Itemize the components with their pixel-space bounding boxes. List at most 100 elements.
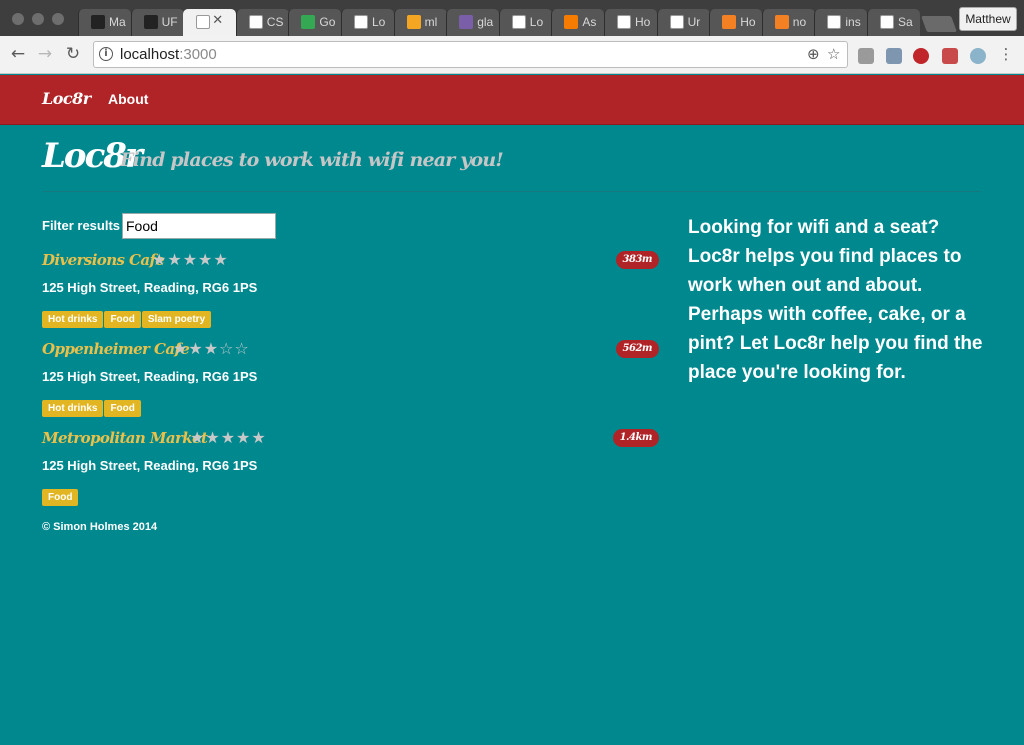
location-item: Oppenheimer Cafe ★★★☆☆ 562m 125 High Street… xyxy=(42,339,659,428)
browser-tab[interactable]: Sa xyxy=(867,9,920,36)
location-address: 125 High Street, Reading, RG6 1PS xyxy=(42,369,258,384)
browser-tab[interactable]: gla xyxy=(446,9,500,36)
distance-badge: 562m xyxy=(615,340,659,358)
tab-title: Lo xyxy=(529,15,544,29)
location-item: Metropolitan Market ★★★★★ 1.4km 125 High St… xyxy=(42,428,659,517)
adblock-extension-icon[interactable] xyxy=(913,48,929,64)
location-target-icon[interactable]: ⊕ xyxy=(807,45,820,63)
distance-badge: 1.4km xyxy=(612,429,659,447)
location-name-link[interactable]: Diversions Cafe xyxy=(42,250,165,270)
browser-tab[interactable]: Lo xyxy=(341,9,394,36)
facilities-list: Hot drinks Food Slam poetry xyxy=(42,311,212,328)
location-item: Diversions Cafe ★★★★★ 383m 125 High Street,… xyxy=(42,250,659,339)
rating-stars: ★★★★★ xyxy=(190,428,267,447)
new-tab-button[interactable] xyxy=(921,16,957,32)
facility-badge: Slam poetry xyxy=(141,311,212,328)
tab-title: Ur xyxy=(687,15,701,29)
location-name-link[interactable]: Metropolitan Market xyxy=(42,428,208,448)
browser-toolbar: ← → ↻ i localhost:3000 ⊕ ☆ ⋮ xyxy=(0,36,1024,74)
browser-tab[interactable]: ✕ xyxy=(183,9,237,36)
site-navbar: Loc8r About xyxy=(0,75,1024,125)
forward-icon[interactable]: → xyxy=(35,44,55,64)
stackoverflow-icon xyxy=(722,15,737,29)
browser-tab[interactable]: UF xyxy=(130,9,184,36)
footer-copyright: © Simon Holmes 2014 xyxy=(42,521,158,533)
tab-title: Sa xyxy=(898,15,913,29)
browser-tab[interactable]: As xyxy=(551,9,605,36)
profile-button[interactable]: Matthew xyxy=(959,7,1017,31)
location-name-link[interactable]: Oppenheimer Cafe xyxy=(42,339,190,359)
browser-tab[interactable]: ml xyxy=(393,9,447,36)
facility-badge: Hot drinks xyxy=(42,311,104,328)
browser-tab[interactable]: Ho xyxy=(604,9,657,36)
tab-title: Ho xyxy=(740,15,756,29)
tab-title: no xyxy=(792,15,807,29)
github-icon xyxy=(143,15,158,29)
tab-title: Lo xyxy=(372,15,386,29)
browser-tab[interactable]: ins xyxy=(814,9,868,36)
maximize-window-button[interactable] xyxy=(52,13,64,25)
browser-tab-bar: Ma UF ✕ CS Go Lo ml gla Lo As Ho Ur Ho no ins Sa Matthe… xyxy=(0,0,1024,36)
info-icon[interactable]: i xyxy=(99,47,113,61)
tab-title: Ho xyxy=(635,15,651,29)
facilities-list: Hot drinks Food xyxy=(42,400,142,417)
minimize-window-button[interactable] xyxy=(32,13,44,25)
reload-icon[interactable]: ↻ xyxy=(63,44,83,64)
github-icon xyxy=(91,15,105,29)
google-icon xyxy=(827,15,842,29)
tab-title: CS xyxy=(266,15,284,29)
tab-title: ins xyxy=(845,15,861,29)
close-tab-icon[interactable]: ✕ xyxy=(212,13,223,28)
filter-input[interactable] xyxy=(122,213,276,239)
extension-icon[interactable] xyxy=(942,48,958,64)
drive-extension-icon[interactable] xyxy=(858,48,874,64)
browser-tab[interactable]: Lo xyxy=(498,9,552,36)
page-icon xyxy=(354,15,368,29)
location-address: 125 High Street, Reading, RG6 1PS xyxy=(42,458,258,473)
extension-icon[interactable] xyxy=(970,48,986,64)
sidebar-intro-text: Looking for wifi and a seat? Loc8r helps… xyxy=(688,217,983,383)
page-icon xyxy=(248,15,263,29)
nav-about-link[interactable]: About xyxy=(108,91,148,107)
dropbox-extension-icon[interactable] xyxy=(886,48,902,64)
browser-tab[interactable]: Ho xyxy=(709,9,763,36)
ml-icon xyxy=(406,15,421,29)
tab-title: As xyxy=(582,15,597,29)
navbar-brand-link[interactable]: Loc8r xyxy=(42,89,91,108)
tab-title: UF xyxy=(161,15,178,29)
tab-title: Ma xyxy=(109,15,126,29)
stackoverflow-icon xyxy=(774,15,789,29)
page-icon xyxy=(617,15,631,29)
browser-tab[interactable]: no xyxy=(761,9,815,36)
page-icon xyxy=(196,15,211,29)
browser-tab[interactable]: Go xyxy=(288,9,342,36)
analytics-icon xyxy=(564,15,579,29)
page-tagline: Find places to work with wifi near you! xyxy=(120,149,504,171)
page-header: Loc8r Find places to work with wifi near… xyxy=(42,134,981,192)
tab-title: Go xyxy=(319,15,336,29)
address-bar[interactable]: i localhost:3000 ⊕ ☆ xyxy=(93,41,848,68)
filter-label: Filter results xyxy=(42,218,121,233)
browser-tab[interactable]: CS xyxy=(235,9,289,36)
distance-badge: 383m xyxy=(615,251,659,269)
facilities-list: Food xyxy=(42,489,79,506)
location-address: 125 High Street, Reading, RG6 1PS xyxy=(42,280,258,295)
mountain-icon xyxy=(669,15,684,29)
bookmark-star-icon[interactable]: ☆ xyxy=(827,45,840,63)
page-icon xyxy=(511,15,526,29)
rating-stars: ★★★★★ xyxy=(152,250,229,269)
menu-icon[interactable]: ⋮ xyxy=(996,44,1016,64)
close-window-button[interactable] xyxy=(12,13,24,25)
browser-tab[interactable]: Ma xyxy=(78,9,131,36)
facility-badge: Food xyxy=(42,489,79,506)
facility-badge: Food xyxy=(104,311,141,328)
browser-tab[interactable]: Ur xyxy=(656,9,710,36)
tab-title: ml xyxy=(424,15,438,29)
back-icon[interactable]: ← xyxy=(8,44,28,64)
maps-icon xyxy=(301,15,316,29)
k-icon xyxy=(459,15,474,29)
url-text[interactable]: localhost:3000 xyxy=(120,46,217,63)
tab-title: gla xyxy=(477,15,494,29)
facility-badge: Food xyxy=(104,400,141,417)
page-icon xyxy=(880,15,894,29)
